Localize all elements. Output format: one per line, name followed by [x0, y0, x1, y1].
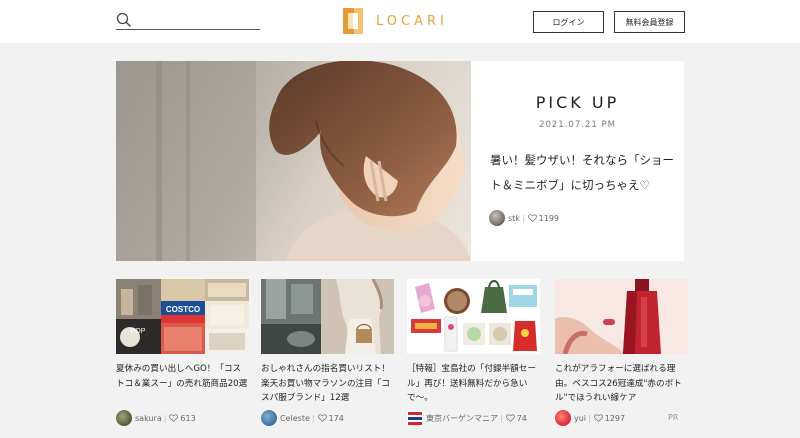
- hero-text-panel: PICK UP 2021.07.21 PM 暑い！髪ウザい！それなら「ショート＆…: [471, 61, 684, 261]
- article-card[interactable]: COSTCO POP 夏休みの買い出しへGO！「コストコ＆業スー」の売れ筋商品2…: [116, 279, 249, 426]
- like-count: 1199: [538, 213, 559, 223]
- author-avatar[interactable]: [261, 410, 277, 426]
- article-title[interactable]: ［特報］宝島社の「付録半額セール」再び！送料無料だから急いで〜。: [407, 362, 540, 406]
- article-card[interactable]: おしゃれさんの指名買いリスト！楽天お買い物マラソンの注目「コスパ服ブランド」12…: [261, 279, 394, 426]
- meta-separator: |: [588, 413, 591, 423]
- red-serum-bottle-photo-icon: [555, 279, 688, 354]
- logo-text: LOCARI: [376, 13, 448, 29]
- meta-separator: |: [500, 413, 503, 423]
- costco-products-photo-icon: COSTCO POP: [116, 279, 249, 354]
- meta-separator: |: [163, 413, 167, 423]
- hero-article-title[interactable]: 暑い！髪ウザい！それなら「ショート＆ミニボブ」に切っちゃえ♡: [490, 148, 675, 198]
- search-input[interactable]: [136, 12, 256, 28]
- pop-label-text: POP: [131, 328, 146, 335]
- fashion-woman-photo-icon: [261, 279, 394, 354]
- heart-icon: [505, 414, 515, 422]
- hero-date: 2021.07.21 PM: [539, 120, 616, 130]
- meta-separator: |: [311, 413, 315, 423]
- costco-logo-text: COSTCO: [166, 305, 200, 314]
- site-logo[interactable]: LOCARI: [343, 8, 448, 34]
- author-avatar[interactable]: [489, 210, 505, 226]
- heart-icon: [169, 414, 179, 422]
- like-count: 1297: [604, 413, 626, 423]
- woman-short-hair-photo-icon: [116, 61, 471, 261]
- logo-mark-icon: [343, 8, 363, 34]
- pr-badge: PR: [668, 413, 679, 422]
- heart-icon: [593, 414, 603, 422]
- article-title[interactable]: これがアラフォーに選ばれる理由。ベスコス26冠達成"赤のボトル"でほうれい線ケア: [555, 362, 688, 406]
- author-name[interactable]: Celeste: [280, 414, 310, 423]
- meta-separator: |: [521, 213, 525, 223]
- magazine-goods-photo-icon: [407, 279, 540, 354]
- search-icon[interactable]: [116, 12, 132, 28]
- article-meta: Celeste | 174: [261, 410, 344, 426]
- like-count: 613: [180, 413, 196, 423]
- article-card[interactable]: ［特報］宝島社の「付録半額セール」再び！送料無料だから急いで〜。 東京バーゲンマ…: [407, 279, 540, 426]
- login-button[interactable]: ログイン: [533, 11, 604, 33]
- article-thumbnail[interactable]: [407, 279, 540, 354]
- article-meta: 東京バーゲンマニア | 74: [407, 410, 527, 426]
- article-thumbnail[interactable]: [261, 279, 394, 354]
- like-count: 74: [516, 413, 527, 423]
- article-card[interactable]: これがアラフォーに選ばれる理由。ベスコス26冠達成"赤のボトル"でほうれい線ケア…: [555, 279, 688, 426]
- article-meta: yui | 1297: [555, 410, 625, 426]
- pickup-heading: PICK UP: [535, 93, 620, 112]
- hero-meta: stk | 1199: [489, 210, 559, 226]
- register-button[interactable]: 無料会員登録: [614, 11, 685, 33]
- article-meta: sakura | 613: [116, 410, 196, 426]
- author-avatar[interactable]: [407, 410, 423, 426]
- heart-icon: [317, 414, 327, 422]
- article-thumbnail[interactable]: COSTCO POP: [116, 279, 249, 354]
- hero-image[interactable]: [116, 61, 471, 261]
- pickup-hero[interactable]: PICK UP 2021.07.21 PM 暑い！髪ウザい！それなら「ショート＆…: [116, 61, 684, 261]
- article-title[interactable]: 夏休みの買い出しへGO！「コストコ＆業スー」の売れ筋商品20選: [116, 362, 249, 406]
- author-name[interactable]: yui: [574, 414, 586, 423]
- search-bar: [116, 12, 260, 30]
- like-count: 174: [328, 413, 344, 423]
- site-header: LOCARI ログイン 無料会員登録: [0, 0, 800, 43]
- author-avatar[interactable]: [555, 410, 571, 426]
- author-name[interactable]: sakura: [135, 414, 162, 423]
- author-name[interactable]: stk: [508, 214, 520, 223]
- heart-icon: [527, 214, 537, 222]
- author-name[interactable]: 東京バーゲンマニア: [426, 413, 498, 424]
- author-avatar[interactable]: [116, 410, 132, 426]
- article-title[interactable]: おしゃれさんの指名買いリスト！楽天お買い物マラソンの注目「コスパ服ブランド」12…: [261, 362, 394, 406]
- article-thumbnail[interactable]: [555, 279, 688, 354]
